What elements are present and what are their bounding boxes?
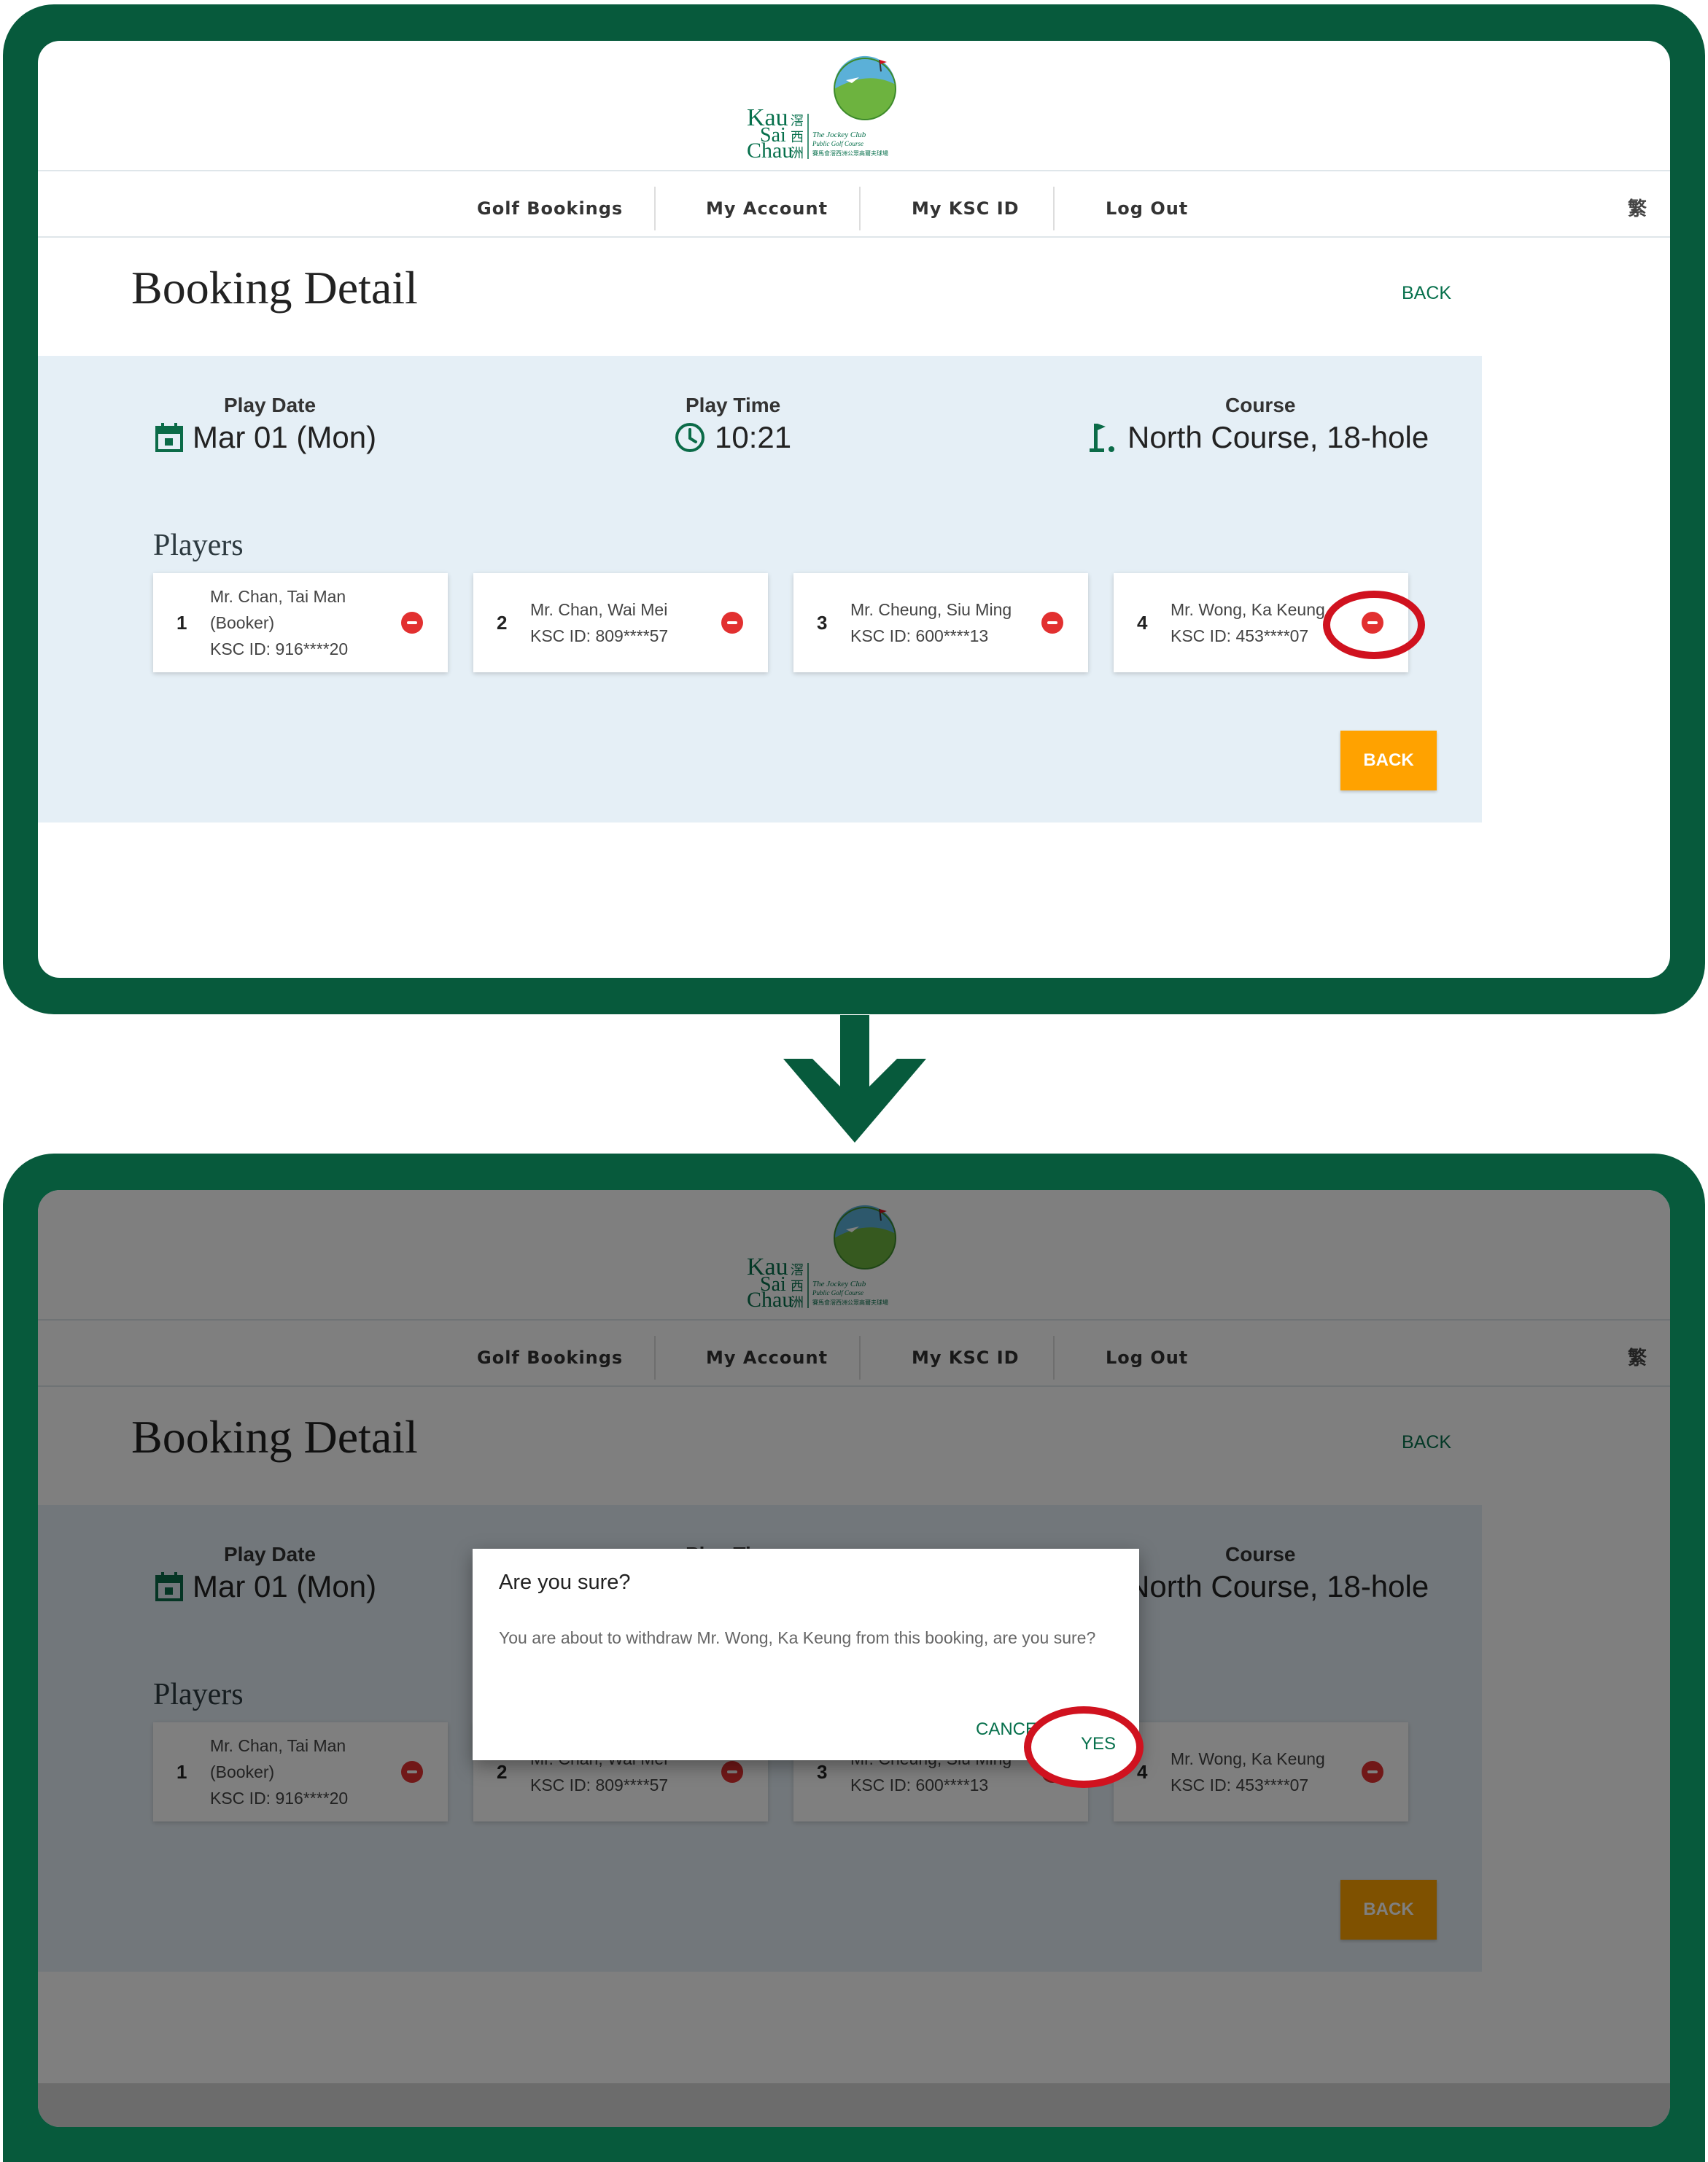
remove-player-icon[interactable] [1041,612,1063,634]
play-time-value: 10:21 [674,420,791,455]
player-role: (Booker) [210,613,275,632]
player-ksc-id: KSC ID: 453****07 [1171,626,1309,645]
player-details: Mr. Chan, Tai Man (Booker) KSC ID: 916**… [210,583,348,662]
course-value: North Course, 18-hole [1088,420,1429,455]
player-details: Mr. Chan, Wai Mei KSC ID: 809****57 [530,596,668,649]
player-name: Mr. Wong, Ka Keung [1171,600,1325,619]
main-nav: Golf Bookings My Account My KSC ID Log O… [38,187,1670,230]
language-toggle[interactable]: 繁 [1628,187,1647,230]
dialog-message: You are about to withdraw Mr. Wong, Ka K… [499,1628,1096,1647]
player-card: 1 Mr. Chan, Tai Man (Booker) KSC ID: 916… [153,573,448,672]
remove-player-icon[interactable] [401,612,423,634]
svg-text:洲: 洲 [791,146,804,160]
player-details: Mr. Wong, Ka Keung KSC ID: 453****07 [1171,596,1325,649]
course-text: North Course, 18-hole [1127,420,1429,454]
svg-text:賽馬會滘西洲公眾高爾夫球場: 賽馬會滘西洲公眾高爾夫球場 [812,149,888,157]
svg-text:The Jockey Club: The Jockey Club [812,131,866,139]
course-label: Course [1225,394,1296,416]
nav-divider [654,187,656,230]
header-divider [38,170,1670,171]
clock-icon [675,423,704,452]
play-date-label: Play Date [224,394,317,416]
calendar-icon [155,423,183,452]
ksc-logo: Kau Sai Chau 滘 西 洲 The Jockey Club Publi… [737,55,919,165]
player-number: 2 [497,612,508,634]
nav-log-out[interactable]: Log Out [1106,187,1188,230]
arrow-down-icon [783,1015,926,1143]
play-date-value: Mar 01 (Mon) [155,420,376,455]
back-button[interactable]: BACK [1340,731,1437,790]
players-heading: Players [153,529,244,562]
player-number: 1 [176,612,187,634]
step1-panel: Kau Sai Chau 滘 西 洲 The Jockey Club Publi… [3,4,1705,1014]
nav-golf-bookings[interactable]: Golf Bookings [477,187,623,230]
player-name: Mr. Cheung, Siu Ming [850,600,1012,619]
svg-text:西: 西 [791,130,804,144]
svg-text:Chau: Chau [747,139,793,163]
nav-my-ksc-id[interactable]: My KSC ID [912,187,1020,230]
step2-panel: Kau Sai Chau 滘 西 洲 The Jockey Club Publi… [3,1154,1705,2162]
play-date-text: Mar 01 (Mon) [193,420,377,454]
player-name: Mr. Chan, Tai Man [210,587,346,606]
nav-divider [859,187,861,230]
dialog-title: Are you sure? [499,1571,631,1594]
golf-ball-logo-icon: Kau Sai Chau 滘 西 洲 The Jockey Club Publi… [747,55,896,163]
highlight-circle [1323,591,1425,659]
player-details: Mr. Cheung, Siu Ming KSC ID: 600****13 [850,596,1012,649]
player-ksc-id: KSC ID: 916****20 [210,639,349,658]
player-ksc-id: KSC ID: 809****57 [530,626,669,645]
back-link[interactable]: BACK [1402,283,1451,304]
play-time-label: Play Time [686,394,781,416]
nav-divider-line [38,236,1670,238]
booking-detail-screen: Kau Sai Chau 滘 西 洲 The Jockey Club Publi… [38,41,1670,978]
player-number: 3 [817,612,828,634]
nav-divider [1053,187,1055,230]
page-title: Booking Detail [131,262,418,314]
player-card: 2 Mr. Chan, Wai Mei KSC ID: 809****57 [473,573,768,672]
booking-detail-screen-confirm: Kau Sai Chau 滘 西 洲 The Jockey Club Publi… [38,1190,1670,2127]
player-name: Mr. Chan, Wai Mei [530,600,668,619]
svg-text:Public Golf Course: Public Golf Course [812,140,863,147]
player-number: 4 [1137,612,1148,634]
player-card: 3 Mr. Cheung, Siu Ming KSC ID: 600****13 [793,573,1088,672]
player-ksc-id: KSC ID: 600****13 [850,626,989,645]
page-footer-band [38,2083,1670,2127]
nav-my-account[interactable]: My Account [706,187,828,230]
play-time-text: 10:21 [715,420,792,454]
golf-flag-icon [1090,424,1114,452]
svg-text:滘: 滘 [791,114,804,128]
yes-button-highlighted[interactable]: YES [1081,1734,1116,1754]
remove-player-icon[interactable] [721,612,743,634]
